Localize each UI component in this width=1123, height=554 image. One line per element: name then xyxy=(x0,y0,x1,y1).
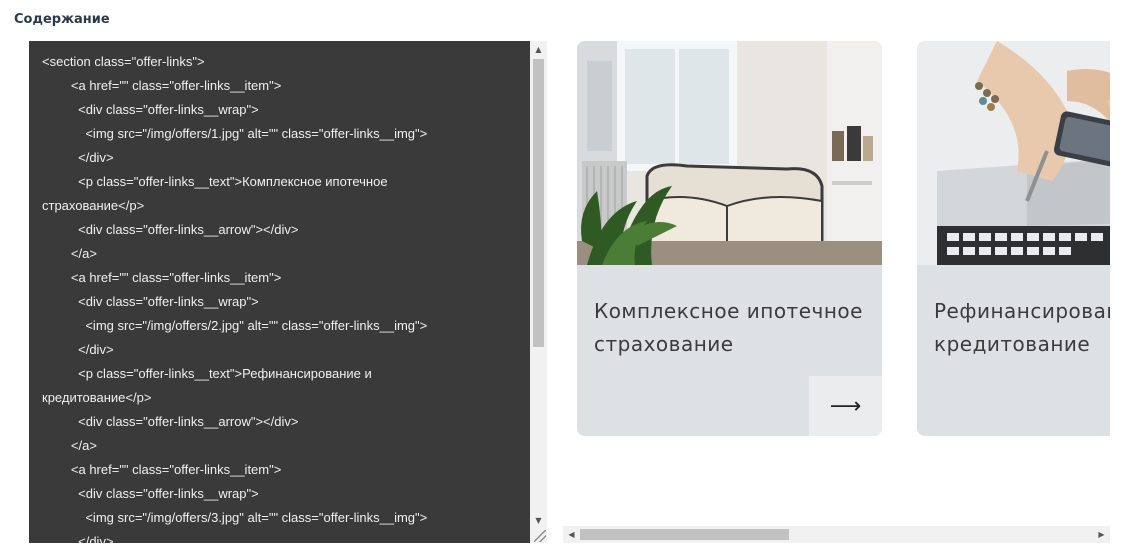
code-line: <p class="offer-links__text">Комплексное… xyxy=(42,174,388,189)
code-line: <img src="/img/offers/1.jpg" alt="" clas… xyxy=(42,126,428,141)
offer-card-2-image xyxy=(917,41,1110,265)
code-text[interactable]: <section class="offer-links"> <a href=""… xyxy=(29,41,530,543)
code-line: </a> xyxy=(42,246,97,261)
code-line: кредитование</p> xyxy=(42,390,152,405)
scroll-down-icon[interactable]: ▼ xyxy=(530,512,547,529)
code-line: <a href="" class="offer-links__item"> xyxy=(42,78,282,93)
code-line: <div class="offer-links__wrap"> xyxy=(42,102,259,117)
code-line: </a> xyxy=(42,438,97,453)
scroll-up-icon[interactable]: ▲ xyxy=(530,41,547,58)
code-line: </div> xyxy=(42,534,114,543)
code-line: <a href="" class="offer-links__item"> xyxy=(42,270,282,285)
offer-card-1[interactable]: Комплексное ипотечное страхование ⟶ xyxy=(577,41,882,436)
code-line: <div class="offer-links__arrow"></div> xyxy=(42,222,299,237)
resize-grip-icon[interactable] xyxy=(534,530,546,542)
code-line: страхование</p> xyxy=(42,198,145,213)
offer-card-1-image xyxy=(577,41,882,265)
code-line: </div> xyxy=(42,150,114,165)
code-textarea[interactable]: <section class="offer-links"> <a href=""… xyxy=(29,41,547,543)
code-line: <div class="offer-links__wrap"> xyxy=(42,486,259,501)
code-line: <div class="offer-links__arrow"></div> xyxy=(42,414,299,429)
horizontal-scroll-thumb[interactable] xyxy=(580,529,789,540)
code-line: <div class="offer-links__wrap"> xyxy=(42,294,259,309)
offer-card-2[interactable]: Рефинансирование и кредитование xyxy=(917,41,1110,436)
code-line: </div> xyxy=(42,342,114,357)
offer-card-2-text: Рефинансирование и кредитование xyxy=(934,299,1110,356)
vertical-scrollbar[interactable]: ▲ ▼ xyxy=(530,41,547,543)
scroll-left-icon[interactable]: ◀ xyxy=(563,526,580,543)
code-line: <img src="/img/offers/3.jpg" alt="" clas… xyxy=(42,510,428,525)
section-title: Содержание xyxy=(14,12,110,27)
code-line: <p class="offer-links__text">Рефинансиро… xyxy=(42,366,372,381)
code-line: <img src="/img/offers/2.jpg" alt="" clas… xyxy=(42,318,428,333)
code-line: <a href="" class="offer-links__item"> xyxy=(42,462,282,477)
offer-card-1-text: Комплексное ипотечное страхование xyxy=(594,299,863,356)
code-line: <section class="offer-links"> xyxy=(42,54,205,69)
phone-laptop-image xyxy=(917,41,1110,265)
armchair-room-image xyxy=(577,41,882,265)
arrow-right-icon[interactable]: ⟶ xyxy=(809,376,882,436)
scroll-right-icon[interactable]: ▶ xyxy=(1093,526,1110,543)
offer-links-preview: Комплексное ипотечное страхование ⟶ Рефи… xyxy=(563,41,1110,441)
horizontal-scrollbar[interactable]: ◀ ▶ xyxy=(563,526,1110,543)
vertical-scroll-thumb[interactable] xyxy=(533,59,544,347)
